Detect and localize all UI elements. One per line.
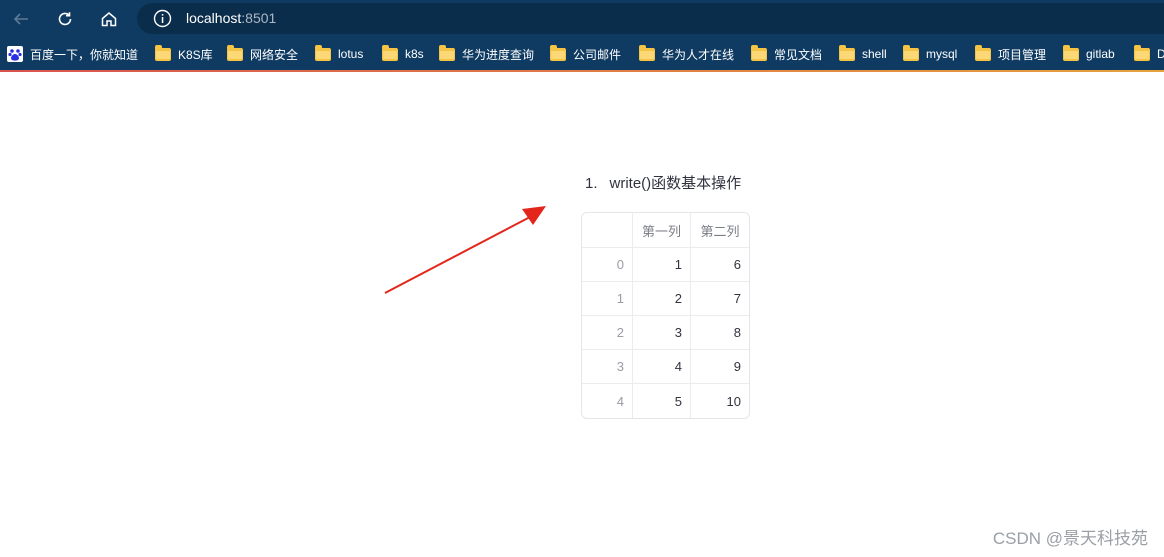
folder-icon xyxy=(550,44,566,61)
table-cell[interactable]: 1 xyxy=(633,248,691,282)
bookmark-label: shell xyxy=(862,47,887,61)
column-header[interactable]: 第二列 xyxy=(691,213,749,248)
bookmark-huawei-progress[interactable]: 华为进度查询 xyxy=(439,44,535,63)
dataframe-table[interactable]: 第一列 第二列 0 1 6 1 2 7 2 3 8 3 4 9 4 5 10 xyxy=(581,212,750,419)
heading-text: write()函数基本操作 xyxy=(609,175,742,192)
annotation-arrow xyxy=(384,206,546,294)
url-text[interactable]: localhost:8501 xyxy=(186,10,276,26)
reload-icon xyxy=(58,12,72,26)
bookmark-label: 华为进度查询 xyxy=(462,47,535,62)
table-cell[interactable]: 5 xyxy=(633,384,691,418)
home-icon xyxy=(101,12,117,27)
bookmark-huawei-talent[interactable]: 华为人才在线 xyxy=(639,44,735,63)
reload-button[interactable] xyxy=(50,4,80,34)
bookmark-k8s-lib[interactable]: K8S库 xyxy=(155,44,213,63)
bookmark-label: 网络安全 xyxy=(250,47,299,62)
csdn-watermark: CSDN @景天科技苑 xyxy=(992,529,1148,548)
bookmark-project-management[interactable]: 项目管理 xyxy=(975,44,1047,63)
row-index: 0 xyxy=(582,248,633,282)
bookmarks-bar: 百度一下，你就知道 K8S库 网络安全 lotus k8s 华为进度查询 公司邮… xyxy=(0,37,1164,70)
table-cell[interactable]: 6 xyxy=(691,248,749,282)
index-header[interactable] xyxy=(582,213,633,248)
bookmark-label: 百度一下，你就知道 xyxy=(30,47,139,62)
folder-icon xyxy=(155,44,171,61)
bookmark-network-security[interactable]: 网络安全 xyxy=(227,44,299,63)
folder-icon xyxy=(315,44,331,61)
folder-icon xyxy=(903,44,919,61)
home-button[interactable] xyxy=(94,4,124,34)
bookmark-label: gitlab xyxy=(1086,47,1115,61)
browser-toolbar: localhost:8501 xyxy=(0,0,1164,37)
bookmark-company-mail[interactable]: 公司邮件 xyxy=(550,44,622,63)
row-index: 1 xyxy=(582,282,633,316)
folder-icon xyxy=(1134,44,1150,61)
url-port: :8501 xyxy=(241,10,277,26)
bookmark-label: lotus xyxy=(338,47,364,61)
bookmark-mysql[interactable]: mysql xyxy=(903,44,958,63)
table-row: 4 5 10 xyxy=(582,384,749,418)
back-arrow-icon xyxy=(13,13,28,25)
baidu-icon xyxy=(7,46,23,62)
table-cell[interactable]: 7 xyxy=(691,282,749,316)
folder-icon xyxy=(439,44,455,61)
column-header[interactable]: 第一列 xyxy=(633,213,691,248)
folder-icon xyxy=(382,44,398,61)
folder-icon xyxy=(751,44,767,61)
bookmark-shell[interactable]: shell xyxy=(839,44,887,63)
bookmark-label: k8s xyxy=(405,47,424,61)
bookmark-label: D xyxy=(1157,47,1164,61)
table-cell[interactable]: 8 xyxy=(691,316,749,350)
folder-icon xyxy=(227,44,243,61)
bookmark-label: 公司邮件 xyxy=(573,47,622,62)
bookmark-label: 华为人才在线 xyxy=(662,47,735,62)
section-heading: 1. write()函数基本操作 xyxy=(585,172,741,193)
table-cell[interactable]: 9 xyxy=(691,350,749,384)
row-index: 2 xyxy=(582,316,633,350)
bookmark-k8s[interactable]: k8s xyxy=(382,44,424,63)
row-index: 3 xyxy=(582,350,633,384)
table-row: 3 4 9 xyxy=(582,350,749,384)
row-index: 4 xyxy=(582,384,633,418)
table-row: 1 2 7 xyxy=(582,282,749,316)
table-cell[interactable]: 3 xyxy=(633,316,691,350)
folder-icon xyxy=(839,44,855,61)
url-host: localhost xyxy=(186,10,242,26)
bookmark-baidu[interactable]: 百度一下，你就知道 xyxy=(7,45,138,63)
page-loading-accent xyxy=(0,70,1164,72)
bookmark-d[interactable]: D xyxy=(1134,44,1164,63)
bookmark-label: 常见文档 xyxy=(774,47,823,62)
back-button[interactable] xyxy=(6,4,36,34)
bookmark-gitlab[interactable]: gitlab xyxy=(1063,44,1115,63)
table-row: 0 1 6 xyxy=(582,248,749,282)
address-bar[interactable]: localhost:8501 xyxy=(137,3,1164,34)
bookmark-label: K8S库 xyxy=(178,47,213,62)
bookmark-common-docs[interactable]: 常见文档 xyxy=(751,44,823,63)
table-cell[interactable]: 4 xyxy=(633,350,691,384)
table-row: 2 3 8 xyxy=(582,316,749,350)
bookmark-label: 项目管理 xyxy=(998,47,1047,62)
bookmark-label: mysql xyxy=(926,47,958,61)
folder-icon xyxy=(1063,44,1079,61)
folder-icon xyxy=(639,44,655,61)
folder-icon xyxy=(975,44,991,61)
table-cell[interactable]: 10 xyxy=(691,384,749,418)
table-header-row: 第一列 第二列 xyxy=(582,213,749,248)
site-info-icon[interactable] xyxy=(153,9,172,28)
table-cell[interactable]: 2 xyxy=(633,282,691,316)
list-number: 1. xyxy=(585,175,598,192)
bookmark-lotus[interactable]: lotus xyxy=(315,44,364,63)
